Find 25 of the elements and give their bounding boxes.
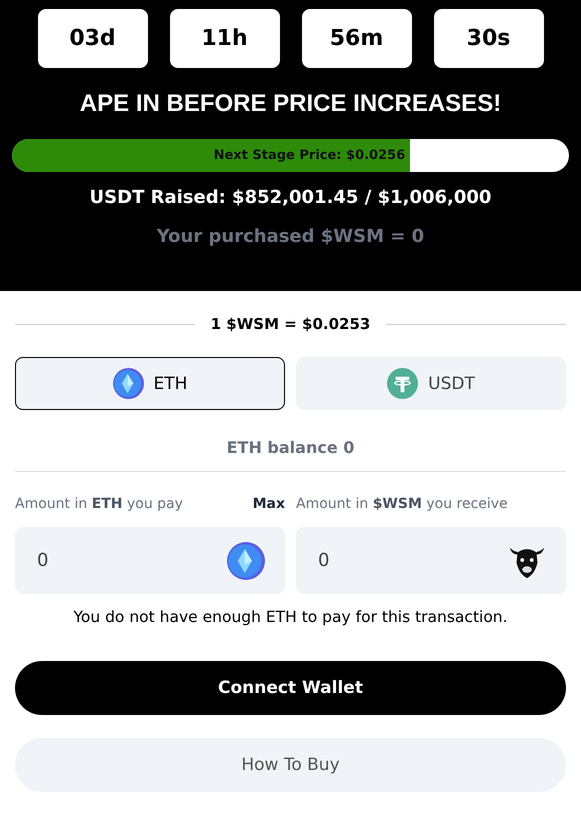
amount-value: 0 xyxy=(37,550,48,571)
countdown-box: 30s xyxy=(434,9,544,68)
purchased-amount: Your purchased $WSM = 0 xyxy=(156,226,424,247)
countdown-box: 11h xyxy=(170,9,280,68)
warning-message: You do not have enough ETH to pay for this transaction. xyxy=(72,608,509,626)
ethereum-icon xyxy=(112,368,144,399)
headline: APE IN BEFORE PRICE INCREASES! xyxy=(80,90,502,118)
receive-label: Amount in $WSM you receive xyxy=(296,496,508,512)
token-tab[interactable]: USDT xyxy=(296,357,566,410)
amount-value: 0 xyxy=(318,550,330,571)
countdown-box: 56m xyxy=(302,9,412,68)
progress-label: Next Stage Price: $0.0256 xyxy=(212,147,406,165)
how-to-buy-button[interactable]: How To Buy xyxy=(15,738,566,792)
exchange-rate: 1 $WSM = $0.0253 xyxy=(210,315,370,333)
max-link[interactable]: Max xyxy=(252,496,285,512)
raised-amount: USDT Raised: $852,001.45 / $1,006,000 xyxy=(90,187,492,208)
balance-text: ETH balance 0 xyxy=(226,438,356,457)
pay-label: Amount in ETH you pay xyxy=(15,496,183,512)
pay-amount-field[interactable]: 0 xyxy=(15,527,285,594)
receive-amount-field[interactable]: 0 xyxy=(296,527,566,594)
countdown-box: 03d xyxy=(38,9,148,68)
token-tab[interactable]: ETH xyxy=(15,357,285,410)
tether-icon xyxy=(387,368,418,399)
connect-wallet-button[interactable]: Connect Wallet xyxy=(15,661,566,715)
ethereum-icon xyxy=(227,542,265,580)
